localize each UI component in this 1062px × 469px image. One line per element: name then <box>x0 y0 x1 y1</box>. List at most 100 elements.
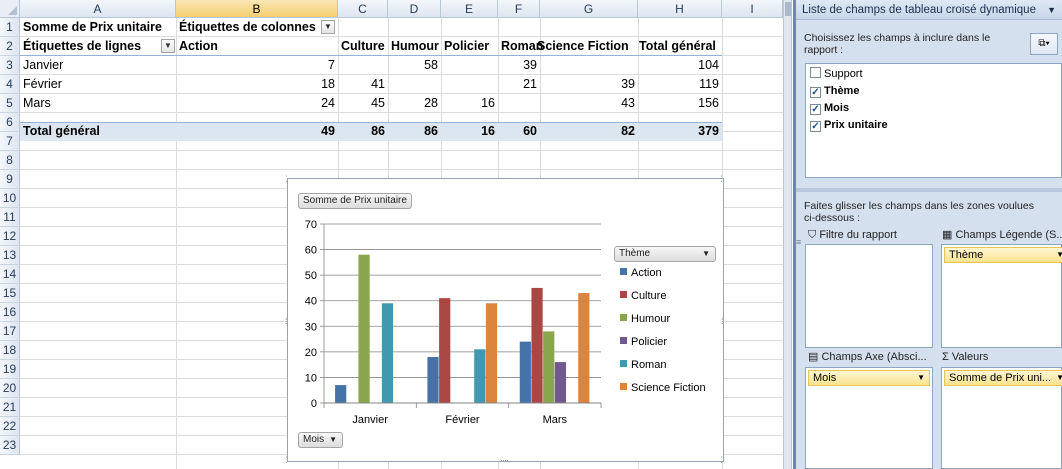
pivot-value-cell[interactable]: 45 <box>328 94 388 113</box>
field-checkbox[interactable]: ✓ <box>810 121 821 132</box>
pane-grip-icon[interactable]: ≡ <box>796 237 804 247</box>
legend-item[interactable]: Science Fiction <box>620 381 706 395</box>
axis-field-chip[interactable]: Mois ▼ <box>808 370 930 386</box>
pivot-col-header-science-fiction[interactable]: Science Fiction <box>534 37 632 56</box>
pivot-value-label[interactable]: Somme de Prix unitaire <box>20 18 176 37</box>
row-header[interactable]: 20 <box>0 379 20 398</box>
pane-menu-chevron-icon[interactable]: ▼ <box>1047 0 1056 20</box>
pivot-value-cell[interactable] <box>480 94 540 113</box>
row-header[interactable]: 18 <box>0 341 20 360</box>
field-list-item[interactable]: ✓ Mois <box>810 100 849 116</box>
row-header[interactable]: 14 <box>0 265 20 284</box>
chart-legend-field-button[interactable]: Thème ▼ <box>614 246 716 262</box>
row-header[interactable]: 11 <box>0 208 20 227</box>
row-header[interactable]: 15 <box>0 284 20 303</box>
column-header-b[interactable]: B <box>176 0 338 18</box>
select-all-corner[interactable] <box>0 0 20 18</box>
row-header[interactable]: 22 <box>0 417 20 436</box>
field-checkbox[interactable]: ✓ <box>810 87 821 98</box>
pivot-total-cell[interactable]: 86 <box>381 122 441 141</box>
pivot-value-cell[interactable]: 43 <box>578 94 638 113</box>
pivot-total-cell[interactable]: 60 <box>480 122 540 141</box>
field-list-item[interactable]: ✓ Prix unitaire <box>810 117 888 133</box>
pivot-col-header-humour[interactable]: Humour <box>388 37 442 56</box>
pivot-value-cell[interactable]: 58 <box>381 56 441 75</box>
column-header-d[interactable]: D <box>388 0 441 18</box>
row-header[interactable]: 12 <box>0 227 20 246</box>
legend-item[interactable]: Roman <box>620 358 666 372</box>
pivot-col-header-action[interactable]: Action <box>176 37 221 56</box>
column-header-a[interactable]: A <box>20 0 176 18</box>
row-header[interactable]: 19 <box>0 360 20 379</box>
pivot-value-cell[interactable]: 28 <box>381 94 441 113</box>
pivot-row-labels-title[interactable]: Étiquettes de lignes <box>20 37 176 56</box>
values-zone[interactable]: Somme de Prix uni... ▼ <box>941 367 1062 469</box>
legend-item[interactable]: Humour <box>620 312 670 326</box>
pivot-col-header-total[interactable]: Total général <box>636 37 719 56</box>
chart-resize-handle[interactable]: ⁞ <box>285 316 287 326</box>
row-header[interactable]: 3 <box>0 56 20 75</box>
pivot-col-header-policier[interactable]: Policier <box>441 37 492 56</box>
pivot-value-cell[interactable]: 104 <box>662 56 722 75</box>
pivot-value-cell[interactable] <box>381 75 441 94</box>
row-header[interactable]: 6 <box>0 113 20 132</box>
pivot-col-header-culture[interactable]: Culture <box>338 37 388 56</box>
row-header[interactable]: 10 <box>0 189 20 208</box>
column-header-g[interactable]: G <box>540 0 638 18</box>
pivot-value-cell[interactable] <box>328 56 388 75</box>
row-header[interactable]: 21 <box>0 398 20 417</box>
row-header[interactable]: 5 <box>0 94 20 113</box>
pivot-value-cell[interactable]: 119 <box>662 75 722 94</box>
column-header-e[interactable]: E <box>441 0 498 18</box>
row-header[interactable]: 2 <box>0 37 20 56</box>
values-field-chip[interactable]: Somme de Prix uni... ▼ <box>944 370 1062 386</box>
axis-fields-zone[interactable]: Mois ▼ <box>805 367 933 469</box>
pivot-chart[interactable]: ⁚ ···· ⁚ ⁞ ⁞ ⁚ ···· ⁚ Somme de Prix unit… <box>285 173 724 465</box>
column-header-f[interactable]: F <box>498 0 540 18</box>
pivot-grand-total-label[interactable]: Total général <box>20 122 176 141</box>
row-header[interactable]: 9 <box>0 170 20 189</box>
pivot-value-cell[interactable]: 39 <box>578 75 638 94</box>
pivot-value-cell[interactable]: 41 <box>328 75 388 94</box>
row-header[interactable]: 7 <box>0 132 20 151</box>
column-header-i[interactable]: I <box>722 0 783 18</box>
scroll-up-icon[interactable] <box>785 2 791 16</box>
row-header[interactable]: 8 <box>0 151 20 170</box>
row-header[interactable]: 13 <box>0 246 20 265</box>
report-filter-zone[interactable] <box>805 244 933 348</box>
column-labels-filter-button[interactable]: ▼ <box>321 20 335 34</box>
chart-resize-handle[interactable]: ⁚ <box>285 174 288 185</box>
legend-item[interactable]: Culture <box>620 289 666 303</box>
pane-section-divider[interactable] <box>796 188 1062 192</box>
pivot-row-label[interactable]: Février <box>20 75 176 94</box>
field-checkbox[interactable]: ✓ <box>810 104 821 115</box>
pivot-value-cell[interactable]: 156 <box>662 94 722 113</box>
pivot-column-labels-title[interactable]: Étiquettes de colonnes <box>176 18 338 37</box>
pivot-total-cell[interactable]: 82 <box>578 122 638 141</box>
field-list-item[interactable]: Support <box>810 66 863 82</box>
pivot-total-cell[interactable]: 86 <box>328 122 388 141</box>
chart-resize-handle[interactable]: ⁚ <box>285 455 288 466</box>
column-header-c[interactable]: C <box>338 0 388 18</box>
field-list-item[interactable]: ✓ Thème <box>810 83 859 99</box>
pivot-value-cell[interactable] <box>578 56 638 75</box>
row-header[interactable]: 16 <box>0 303 20 322</box>
row-labels-filter-button[interactable]: ▼ <box>161 39 175 53</box>
legend-field-chip[interactable]: Thème ▼ <box>944 247 1062 263</box>
row-header[interactable]: 4 <box>0 75 20 94</box>
pivot-total-cell[interactable]: 379 <box>662 122 722 141</box>
field-list-layout-button[interactable]: ⧉▾ <box>1030 33 1058 55</box>
legend-fields-zone[interactable]: Thème ▼ <box>941 244 1062 348</box>
column-header-h[interactable]: H <box>638 0 722 18</box>
legend-item[interactable]: Policier <box>620 335 667 349</box>
row-header[interactable]: 17 <box>0 322 20 341</box>
legend-item[interactable]: Action <box>620 266 662 280</box>
vertical-scrollbar[interactable] <box>783 0 792 469</box>
chart-axis-field-button[interactable]: Mois ▼ <box>298 432 343 448</box>
pivot-row-label[interactable]: Janvier <box>20 56 176 75</box>
pivot-row-label[interactable]: Mars <box>20 94 176 113</box>
spreadsheet[interactable]: A B C D E F G H I 1 2 3 4 5 6 7 8 9 10 11 12 13 14 15 1… <box>0 0 783 469</box>
row-header[interactable]: 1 <box>0 18 20 37</box>
pivot-value-cell[interactable]: 21 <box>480 75 540 94</box>
row-header[interactable]: 23 <box>0 436 20 455</box>
